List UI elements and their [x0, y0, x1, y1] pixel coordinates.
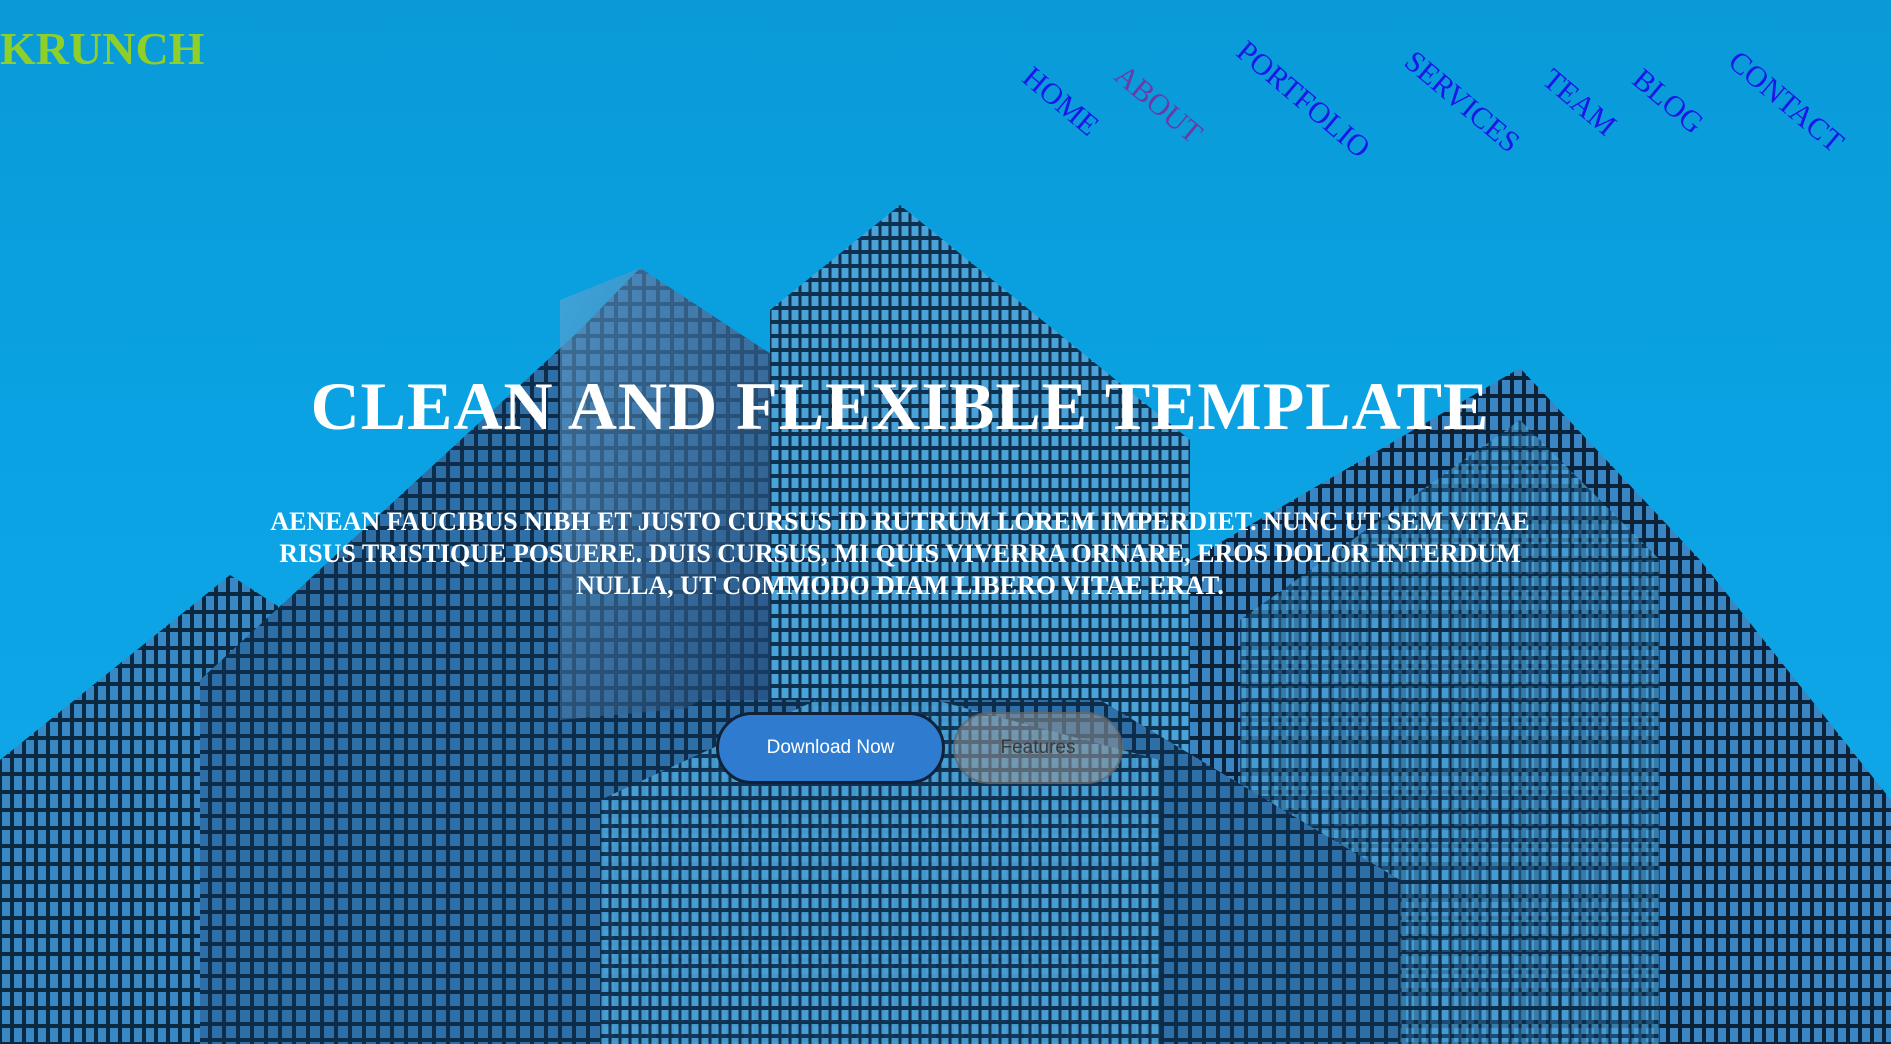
download-now-button[interactable]: Download Now — [716, 712, 945, 784]
hero-subtitle: AENEAN FAUCIBUS NIBH ET JUSTO CURSUS ID … — [270, 507, 1530, 600]
hero-title: CLEAN AND FLEXIBLE TEMPLATE — [310, 368, 1490, 444]
features-button[interactable]: Features — [953, 712, 1123, 784]
brand-logo[interactable]: KRUNCH — [0, 26, 204, 72]
